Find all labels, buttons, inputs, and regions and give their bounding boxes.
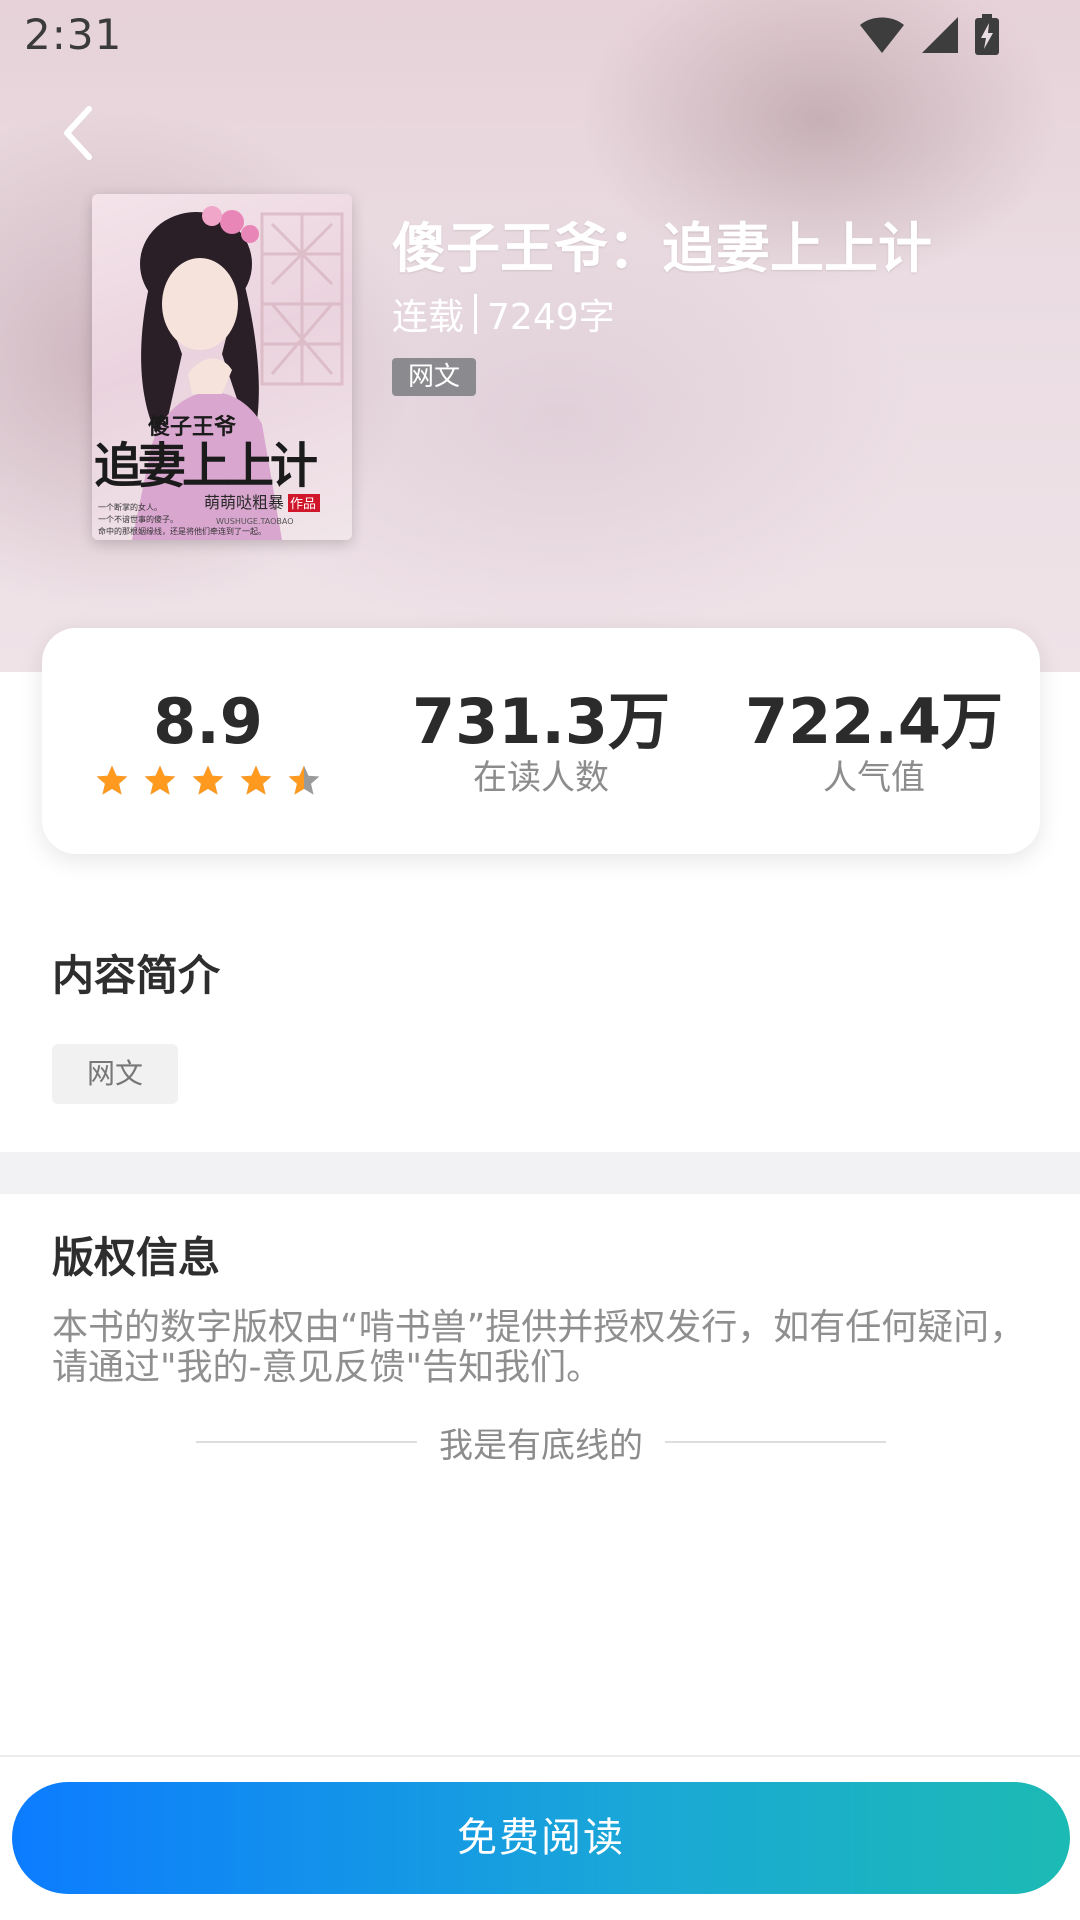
- readers-value: 731.3万: [411, 685, 671, 758]
- cover-title-small: 傻子王爷: [148, 414, 237, 440]
- divider-line-right: [665, 1441, 886, 1443]
- rating-stars: [42, 764, 374, 802]
- footer-divider: [0, 1755, 1080, 1757]
- chevron-left-icon: [61, 105, 95, 165]
- genre-chip[interactable]: 网文: [52, 1044, 178, 1104]
- free-read-button[interactable]: 免费阅读: [12, 1782, 1070, 1894]
- section-divider: [0, 1152, 1080, 1194]
- book-title: 傻子王爷：追妻上上计: [392, 217, 932, 280]
- back-button[interactable]: [48, 98, 108, 172]
- book-cover[interactable]: 傻子王爷 追妻上上计 萌萌哒粗暴 作品 WUSHUGE.TAOBAO 一个断掌的…: [92, 194, 352, 540]
- readers-stat: 731.3万 在读人数: [375, 628, 707, 854]
- rating-stat: 8.9: [42, 628, 374, 854]
- divider-line-left: [196, 1441, 417, 1443]
- cover-blurb-3: 命中的那根姻缘线，还是将他们牵连到了一起。: [98, 526, 266, 536]
- book-hero-header: 2:31 傻子王爷 追妻上上计 萌萌哒粗暴 作品 WUSHUGE.TAOBAO …: [0, 0, 1080, 672]
- star-icon: [287, 764, 321, 802]
- status-icons: [858, 14, 1000, 60]
- cover-blurb-2: 一个不谙世事的傻子。: [98, 514, 178, 524]
- book-detail-page: 2:31 傻子王爷 追妻上上计 萌萌哒粗暴 作品 WUSHUGE.TAOBAO …: [0, 0, 1080, 1920]
- popularity-stat: 722.4万 人气值: [708, 628, 1040, 854]
- readers-label: 在读人数: [473, 758, 609, 798]
- end-of-content-marker: 我是有底线的: [196, 1418, 886, 1466]
- popularity-value: 722.4万: [744, 685, 1004, 758]
- copyright-section-title: 版权信息: [52, 1233, 221, 1282]
- cover-blurb-1: 一个断掌的女人。: [98, 502, 162, 512]
- book-meta: 连载 7249字: [392, 288, 615, 340]
- rating-value: 8.9: [153, 685, 263, 758]
- status-bar: 2:31: [0, 0, 1080, 72]
- status-time: 2:31: [24, 10, 123, 59]
- meta-separator: [474, 294, 478, 334]
- star-icon: [143, 764, 177, 802]
- copyright-text: 本书的数字版权由“啃书兽”提供并授权发行，如有任何疑问，请通过"我的-意见反馈"…: [52, 1307, 1026, 1388]
- wifi-icon: [858, 15, 906, 59]
- cover-title-large: 追妻上上计: [94, 438, 317, 494]
- battery-charging-icon: [974, 14, 1000, 60]
- book-status: 连载: [392, 297, 465, 338]
- star-icon: [95, 764, 129, 802]
- intro-section-title: 内容简介: [52, 951, 221, 1000]
- stats-card: 8.9 731.3万 在读人数 722.4万 人气值: [42, 628, 1040, 854]
- popularity-label: 人气值: [823, 758, 925, 798]
- cover-site: WUSHUGE.TAOBAO: [216, 517, 294, 526]
- book-word-count: 7249字: [487, 297, 615, 338]
- cover-author: 萌萌哒粗暴: [204, 493, 284, 512]
- star-icon: [239, 764, 273, 802]
- book-tag: 网文: [392, 358, 477, 396]
- star-icon: [191, 764, 225, 802]
- end-of-content-text: 我是有底线的: [439, 1425, 643, 1466]
- cover-author-badge: 作品: [290, 497, 316, 512]
- cellular-signal-icon: [920, 15, 960, 59]
